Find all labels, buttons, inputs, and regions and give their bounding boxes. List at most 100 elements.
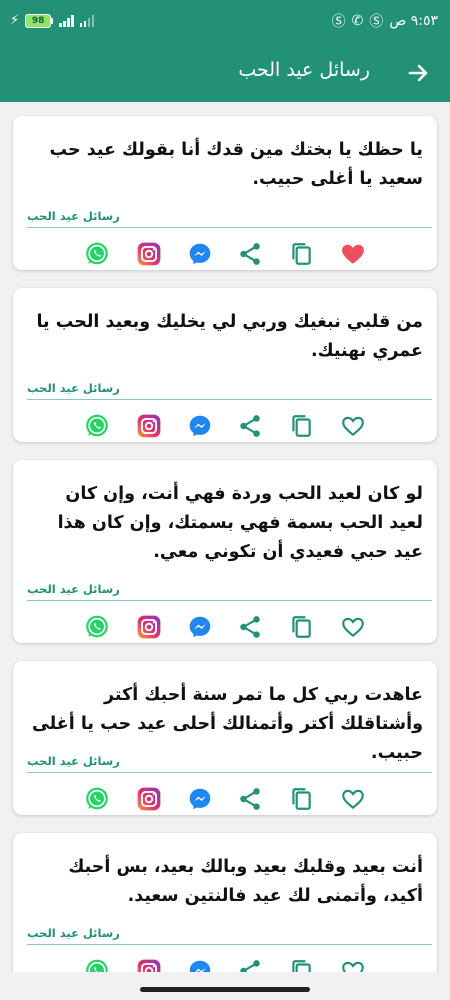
card-divider bbox=[27, 399, 432, 400]
whatsapp-icon bbox=[84, 958, 110, 972]
signal-icon-2 bbox=[79, 14, 95, 27]
instagram-button[interactable] bbox=[135, 613, 163, 641]
message-text: أنت بعيد وقلبك بعيد وبالك بعيد، بس أحبك … bbox=[68, 857, 423, 906]
copy-icon bbox=[288, 413, 314, 439]
instagram-icon bbox=[136, 241, 162, 267]
favorite-button[interactable] bbox=[339, 785, 367, 813]
card-actions bbox=[13, 412, 437, 442]
message-category: رسائل عيد الحب bbox=[27, 926, 120, 940]
favorite-icon bbox=[340, 241, 366, 267]
share-button[interactable] bbox=[236, 785, 264, 813]
favorite-button[interactable] bbox=[339, 412, 367, 440]
card-actions bbox=[13, 240, 437, 270]
instagram-button[interactable] bbox=[135, 785, 163, 813]
messenger-button[interactable] bbox=[186, 613, 214, 641]
instagram-icon bbox=[136, 958, 162, 972]
copy-button[interactable] bbox=[287, 412, 315, 440]
card-actions bbox=[13, 785, 437, 815]
card-actions bbox=[13, 613, 437, 643]
message-card: من قلبي نبغيك وربي لي يخليك وبعيد الحب ي… bbox=[13, 288, 437, 442]
message-text: من قلبي نبغيك وربي لي يخليك وبعيد الحب ي… bbox=[36, 312, 423, 361]
back-arrow-icon bbox=[408, 64, 428, 82]
message-category: رسائل عيد الحب bbox=[27, 209, 120, 223]
whatsapp-icon bbox=[84, 241, 110, 267]
whatsapp-button[interactable] bbox=[83, 785, 111, 813]
copy-button[interactable] bbox=[287, 785, 315, 813]
whatsapp-icon bbox=[84, 413, 110, 439]
share-button[interactable] bbox=[236, 412, 264, 440]
copy-button[interactable] bbox=[287, 957, 315, 972]
whatsapp-icon bbox=[84, 786, 110, 812]
favorite-button[interactable] bbox=[339, 240, 367, 268]
card-divider bbox=[27, 600, 432, 601]
messenger-icon bbox=[187, 413, 213, 439]
battery-icon: 98 bbox=[25, 13, 54, 28]
whatsapp-button[interactable] bbox=[83, 412, 111, 440]
copy-icon bbox=[288, 786, 314, 812]
messenger-button[interactable] bbox=[186, 785, 214, 813]
message-text: لو كان لعيد الحب وردة فهي أنت، وإن كان ل… bbox=[57, 484, 423, 562]
card-divider bbox=[27, 772, 432, 773]
messenger-button[interactable] bbox=[186, 240, 214, 268]
notification-s-icon-2: Ⓢ bbox=[331, 14, 346, 30]
home-indicator[interactable] bbox=[140, 987, 310, 992]
instagram-icon bbox=[136, 413, 162, 439]
instagram-button[interactable] bbox=[135, 240, 163, 268]
message-card: يا حظك يا بختك مين قدك أنا بقولك عيد حب … bbox=[13, 116, 437, 270]
share-icon bbox=[237, 786, 263, 812]
signal-icon bbox=[59, 14, 74, 27]
instagram-button[interactable] bbox=[135, 412, 163, 440]
card-actions bbox=[13, 957, 437, 972]
message-category: رسائل عيد الحب bbox=[27, 381, 120, 395]
whatsapp-button[interactable] bbox=[83, 613, 111, 641]
whatsapp-button[interactable] bbox=[83, 240, 111, 268]
copy-button[interactable] bbox=[287, 240, 315, 268]
whatsapp-button[interactable] bbox=[83, 957, 111, 972]
message-card: أنت بعيد وقلبك بعيد وبالك بعيد، بس أحبك … bbox=[13, 833, 437, 972]
whatsapp-icon bbox=[84, 614, 110, 640]
copy-icon bbox=[288, 958, 314, 972]
page-title: رسائل عيد الحب bbox=[238, 59, 370, 81]
share-icon bbox=[237, 958, 263, 972]
share-button[interactable] bbox=[236, 240, 264, 268]
copy-icon bbox=[288, 614, 314, 640]
instagram-icon bbox=[136, 614, 162, 640]
app-bar: رسائل عيد الحب bbox=[0, 44, 450, 102]
share-button[interactable] bbox=[236, 957, 264, 972]
favorite-button[interactable] bbox=[339, 613, 367, 641]
favorite-icon bbox=[340, 614, 366, 640]
message-category: رسائل عيد الحب bbox=[27, 754, 120, 768]
copy-icon bbox=[288, 241, 314, 267]
messenger-button[interactable] bbox=[186, 412, 214, 440]
notification-wifi-call-icon: ✆ bbox=[351, 13, 364, 29]
share-button[interactable] bbox=[236, 613, 264, 641]
messenger-icon bbox=[187, 614, 213, 640]
status-right: ٩:٥٣ ص Ⓢ ✆ Ⓢ bbox=[332, 11, 438, 31]
message-card: عاهدت ربي كل ما تمر سنة أحبك أكتر وأشتاق… bbox=[13, 661, 437, 815]
share-icon bbox=[237, 614, 263, 640]
favorite-icon bbox=[340, 958, 366, 972]
message-text: يا حظك يا بختك مين قدك أنا بقولك عيد حب … bbox=[49, 140, 423, 189]
messenger-icon bbox=[187, 786, 213, 812]
messenger-icon bbox=[187, 241, 213, 267]
instagram-button[interactable] bbox=[135, 957, 163, 972]
battery-level: 98 bbox=[25, 13, 52, 28]
messages-list[interactable]: يا حظك يا بختك مين قدك أنا بقولك عيد حب … bbox=[0, 102, 450, 972]
copy-button[interactable] bbox=[287, 613, 315, 641]
favorite-icon bbox=[340, 413, 366, 439]
favorite-button[interactable] bbox=[339, 957, 367, 972]
instagram-icon bbox=[136, 786, 162, 812]
back-button[interactable] bbox=[404, 59, 432, 87]
status-left: ⚡ 98 bbox=[10, 13, 95, 28]
clock: ٩:٥٣ ص bbox=[389, 13, 438, 29]
message-category: رسائل عيد الحب bbox=[27, 582, 120, 596]
messenger-icon bbox=[187, 958, 213, 972]
share-icon bbox=[237, 413, 263, 439]
favorite-icon bbox=[340, 786, 366, 812]
charging-icon: ⚡ bbox=[10, 13, 20, 28]
messenger-button[interactable] bbox=[186, 957, 214, 972]
card-divider bbox=[27, 944, 432, 945]
status-bar: ⚡ 98 ٩:٥٣ ص Ⓢ ✆ Ⓢ bbox=[0, 0, 450, 44]
message-card: لو كان لعيد الحب وردة فهي أنت، وإن كان ل… bbox=[13, 460, 437, 643]
share-icon bbox=[237, 241, 263, 267]
